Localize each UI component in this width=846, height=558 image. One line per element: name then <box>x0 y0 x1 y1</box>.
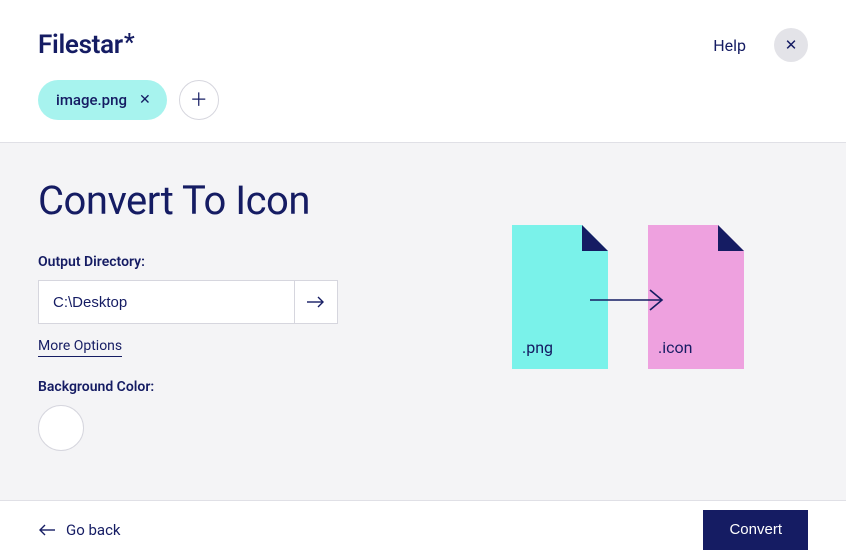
arrow-between <box>604 288 652 312</box>
page-title: Convert To Icon <box>38 177 808 224</box>
main-content: Convert To Icon Output Directory: More O… <box>0 143 846 525</box>
conversion-diagram: .png .icon <box>512 225 744 369</box>
output-directory-input[interactable] <box>38 280 294 324</box>
header: Filestar* Help ✕ image.png ✕ ＋ <box>0 0 846 142</box>
arrow-left-icon <box>38 524 56 536</box>
app-logo: Filestar* <box>38 30 134 60</box>
logo-asterisk-icon: * <box>124 28 134 56</box>
file-chip[interactable]: image.png ✕ <box>38 80 167 120</box>
background-color-section: Background Color: <box>38 379 378 451</box>
footer: Go back Convert <box>0 500 846 558</box>
target-file-ext: .icon <box>658 338 692 357</box>
file-chip-row: image.png ✕ ＋ <box>38 80 808 142</box>
header-right: Help ✕ <box>713 28 808 62</box>
output-directory-label: Output Directory: <box>38 254 378 270</box>
more-options-link[interactable]: More Options <box>38 338 122 357</box>
help-link[interactable]: Help <box>713 36 746 55</box>
plus-icon: ＋ <box>190 91 208 109</box>
file-chip-remove-icon[interactable]: ✕ <box>139 93 151 107</box>
browse-directory-button[interactable] <box>294 280 338 324</box>
arrow-right-long-icon <box>588 288 668 312</box>
logo-text: Filestar <box>38 30 123 60</box>
close-button[interactable]: ✕ <box>774 28 808 62</box>
output-directory-row <box>38 280 338 324</box>
add-file-button[interactable]: ＋ <box>179 80 219 120</box>
options-column: Output Directory: More Options Backgroun… <box>38 254 378 451</box>
go-back-label: Go back <box>66 521 121 539</box>
go-back-button[interactable]: Go back <box>38 521 121 539</box>
arrow-right-icon <box>306 295 326 309</box>
convert-button[interactable]: Convert <box>703 510 808 550</box>
close-icon: ✕ <box>785 38 798 53</box>
header-top-row: Filestar* Help ✕ <box>38 28 808 62</box>
background-color-swatch[interactable] <box>38 405 84 451</box>
source-file-ext: .png <box>522 338 553 357</box>
background-color-label: Background Color: <box>38 379 378 395</box>
file-chip-name: image.png <box>56 91 127 109</box>
